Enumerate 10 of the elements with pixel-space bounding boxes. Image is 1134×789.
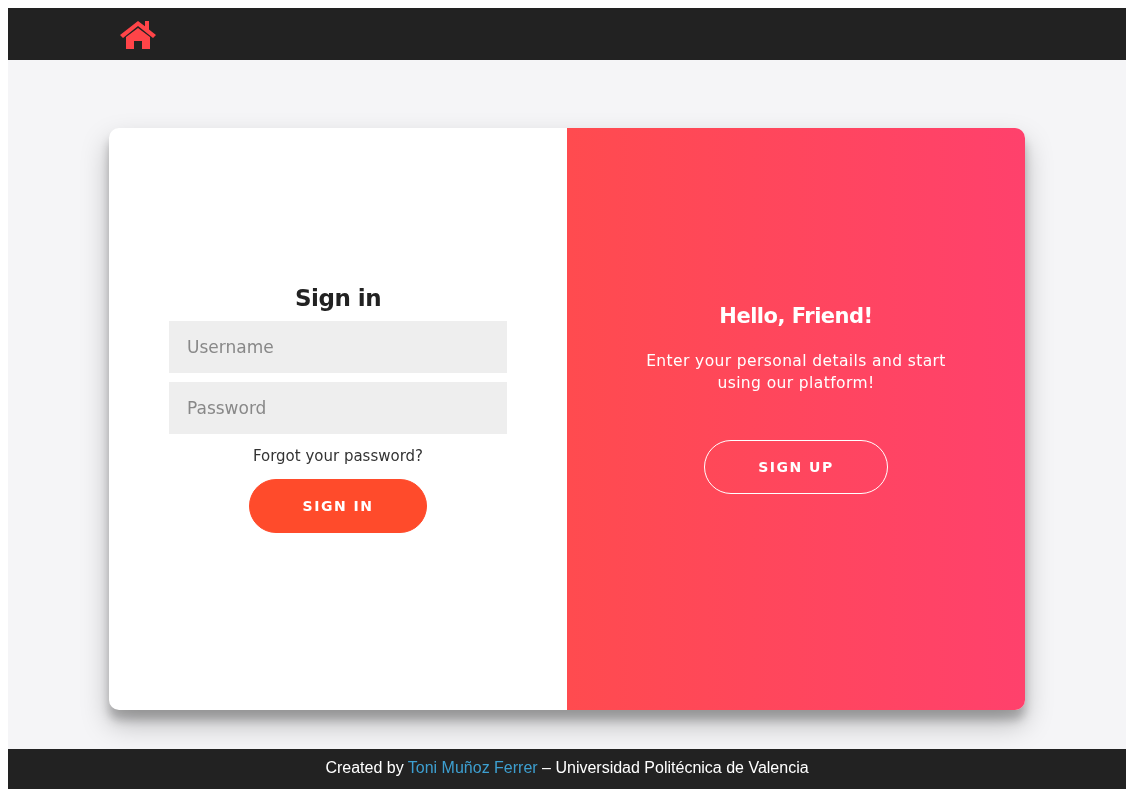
home-icon[interactable] (118, 18, 158, 50)
sign-in-button[interactable]: SIGN IN (249, 479, 427, 533)
sign-in-heading: Sign in (294, 285, 382, 311)
author-link[interactable]: Toni Muñoz Ferrer (407, 759, 538, 776)
footer-credit: Created by Toni Muñoz Ferrer – Universidad Politécnica de Valencia (325, 759, 809, 778)
username-field[interactable]: Username (169, 321, 507, 373)
forgot-password-link[interactable]: Forgot your password? (252, 447, 424, 465)
welcome-text: Enter your personal details and start using our platform! (645, 351, 947, 394)
welcome-heading: Hello, Friend! (719, 304, 873, 328)
password-field[interactable]: Password (169, 382, 507, 434)
